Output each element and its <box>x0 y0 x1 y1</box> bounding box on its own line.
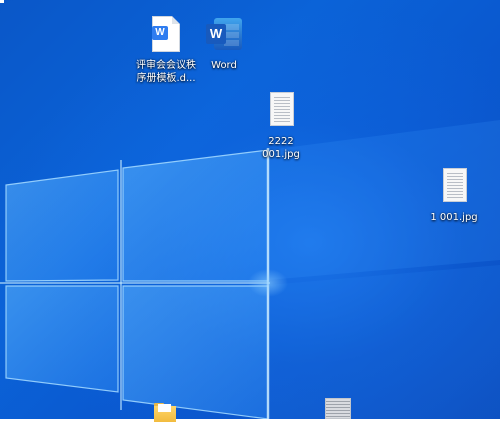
logo-pane-bottom-right <box>122 285 269 419</box>
folder-icon[interactable] <box>154 403 176 422</box>
desktop-icon-word[interactable]: W Word <box>191 16 257 72</box>
image-file-icon[interactable] <box>325 398 351 419</box>
desktop-icon-label: 2222 001.jpg <box>262 136 300 160</box>
desktop-icon-label: 1 001.jpg <box>430 212 478 223</box>
wps-document-icon: W <box>148 16 184 56</box>
desktop-icon-label: Word <box>211 60 237 71</box>
image-file-icon <box>436 168 472 208</box>
desktop-icon-wps-doc[interactable]: W 评审会会议秩 序册模板.d... <box>133 16 199 85</box>
desktop-icon-jpg-1[interactable]: 1 001.jpg <box>421 168 487 224</box>
desktop-icon-jpg-2222[interactable]: 2222 001.jpg <box>248 92 314 161</box>
word-app-icon: W <box>206 16 242 56</box>
desktop-background[interactable]: W 评审会会议秩 序册模板.d... W Word 2222 001.jpg 1… <box>0 0 500 422</box>
image-file-icon <box>263 92 299 132</box>
logo-pane-top-left <box>5 169 119 282</box>
logo-pane-bottom-left <box>5 285 119 393</box>
logo-pane-top-right <box>122 149 269 282</box>
corner-fragment <box>0 0 4 3</box>
desktop-icon-label: 评审会会议秩 序册模板.d... <box>136 60 196 84</box>
